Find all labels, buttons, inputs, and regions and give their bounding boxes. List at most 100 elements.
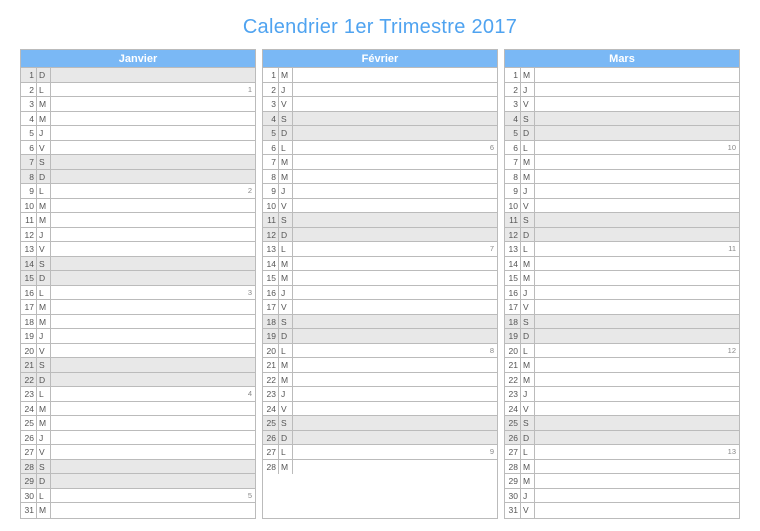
day-note: 4	[51, 387, 255, 401]
day-weekday: V	[521, 503, 535, 518]
day-number: 15	[505, 271, 521, 285]
day-note	[293, 184, 497, 198]
day-number: 30	[21, 489, 37, 503]
day-note	[535, 503, 739, 518]
day-note	[535, 489, 739, 503]
day-weekday: J	[37, 126, 51, 140]
day-weekday: S	[279, 416, 293, 430]
day-weekday: V	[37, 445, 51, 459]
day-note	[51, 344, 255, 358]
day-note	[293, 402, 497, 416]
day-weekday: J	[37, 329, 51, 343]
day-note	[51, 373, 255, 387]
day-row: 22D	[21, 373, 255, 388]
day-note	[535, 112, 739, 126]
day-weekday: M	[521, 358, 535, 372]
day-number: 21	[505, 358, 521, 372]
day-note	[535, 257, 739, 271]
day-number: 8	[505, 170, 521, 184]
day-note	[535, 286, 739, 300]
day-number: 12	[21, 228, 37, 242]
day-weekday: M	[279, 68, 293, 82]
day-note	[535, 329, 739, 343]
day-number: 7	[263, 155, 279, 169]
day-weekday: M	[279, 460, 293, 475]
day-note	[535, 271, 739, 285]
day-weekday: M	[521, 373, 535, 387]
day-note	[51, 271, 255, 285]
day-row: 8D	[21, 170, 255, 185]
day-row: 20L12	[505, 344, 739, 359]
day-weekday: L	[37, 387, 51, 401]
day-weekday: V	[521, 402, 535, 416]
day-row: 3V	[505, 97, 739, 112]
day-weekday: J	[521, 387, 535, 401]
day-note	[293, 416, 497, 430]
day-number: 8	[21, 170, 37, 184]
day-number: 20	[505, 344, 521, 358]
day-row: 5J	[21, 126, 255, 141]
day-weekday: M	[521, 257, 535, 271]
day-weekday: M	[37, 416, 51, 430]
day-number: 22	[263, 373, 279, 387]
day-note: 2	[51, 184, 255, 198]
day-number: 3	[21, 97, 37, 111]
day-number: 31	[21, 503, 37, 518]
day-note: 8	[293, 344, 497, 358]
day-note	[51, 445, 255, 459]
day-number: 8	[263, 170, 279, 184]
day-weekday: J	[279, 184, 293, 198]
day-weekday: V	[279, 97, 293, 111]
day-number: 11	[505, 213, 521, 227]
day-number: 19	[21, 329, 37, 343]
day-note	[535, 228, 739, 242]
day-weekday: V	[37, 141, 51, 155]
day-row: 23J	[505, 387, 739, 402]
day-row: 16J	[263, 286, 497, 301]
day-row: 16J	[505, 286, 739, 301]
day-number: 27	[263, 445, 279, 459]
day-weekday: D	[279, 431, 293, 445]
day-note	[51, 416, 255, 430]
day-weekday: S	[279, 213, 293, 227]
day-row: 3V	[263, 97, 497, 112]
day-row: 13L11	[505, 242, 739, 257]
day-row: 19D	[505, 329, 739, 344]
day-note: 6	[293, 141, 497, 155]
day-note	[293, 329, 497, 343]
day-row: 24M	[21, 402, 255, 417]
day-row: 25M	[21, 416, 255, 431]
day-note	[293, 68, 497, 82]
day-note	[535, 431, 739, 445]
day-weekday: D	[279, 126, 293, 140]
day-number: 28	[21, 460, 37, 474]
day-row: 11S	[505, 213, 739, 228]
day-number: 5	[21, 126, 37, 140]
day-number: 26	[21, 431, 37, 445]
day-row: 18S	[505, 315, 739, 330]
day-note	[51, 242, 255, 256]
day-note: 5	[51, 489, 255, 503]
day-note	[293, 155, 497, 169]
day-weekday: L	[37, 83, 51, 97]
day-number: 24	[505, 402, 521, 416]
day-row: 1M	[263, 68, 497, 83]
day-row: 6L6	[263, 141, 497, 156]
day-row: 21M	[505, 358, 739, 373]
day-row: 18S	[263, 315, 497, 330]
day-row: 2J	[505, 83, 739, 98]
day-weekday: M	[37, 112, 51, 126]
day-row: 7M	[263, 155, 497, 170]
day-note	[535, 387, 739, 401]
day-weekday: D	[521, 126, 535, 140]
day-row: 15D	[21, 271, 255, 286]
day-number: 15	[21, 271, 37, 285]
day-note	[51, 358, 255, 372]
day-note: 9	[293, 445, 497, 459]
day-number: 22	[505, 373, 521, 387]
day-note	[535, 373, 739, 387]
day-weekday: D	[279, 329, 293, 343]
day-weekday: L	[279, 445, 293, 459]
day-number: 14	[21, 257, 37, 271]
day-weekday: M	[521, 155, 535, 169]
